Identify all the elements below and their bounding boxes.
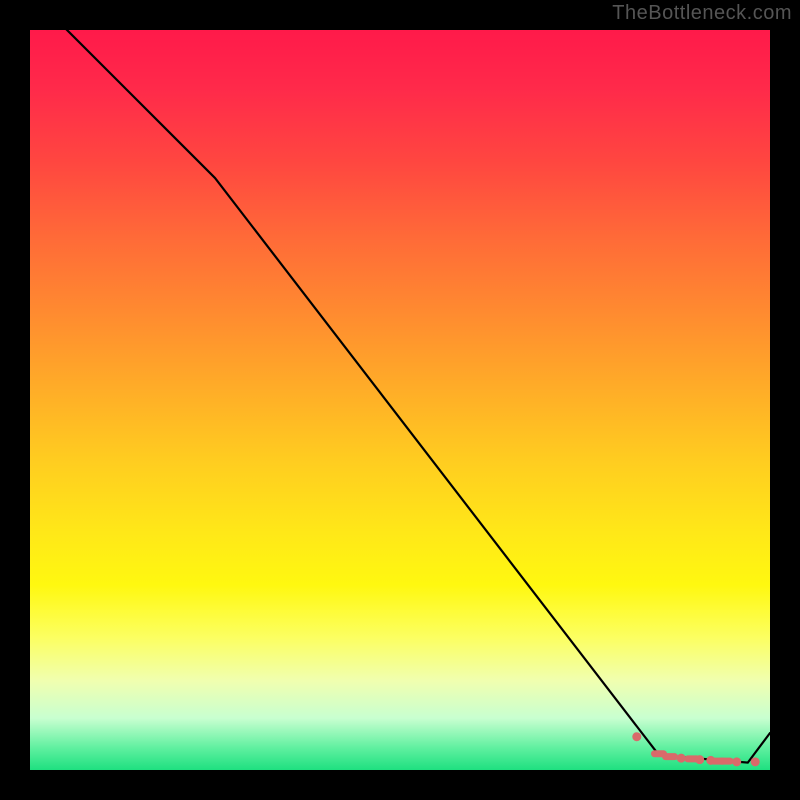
marker-dot (695, 755, 704, 764)
marker-dash (718, 758, 734, 765)
curve-line (30, 0, 770, 763)
marker-cluster (632, 732, 759, 766)
chart-svg (30, 30, 770, 770)
marker-dash (662, 753, 678, 760)
watermark-text: TheBottleneck.com (612, 2, 792, 25)
marker-dot (732, 757, 741, 766)
marker-dot (677, 754, 686, 763)
marker-dot (632, 732, 641, 741)
marker-dot (751, 757, 760, 766)
